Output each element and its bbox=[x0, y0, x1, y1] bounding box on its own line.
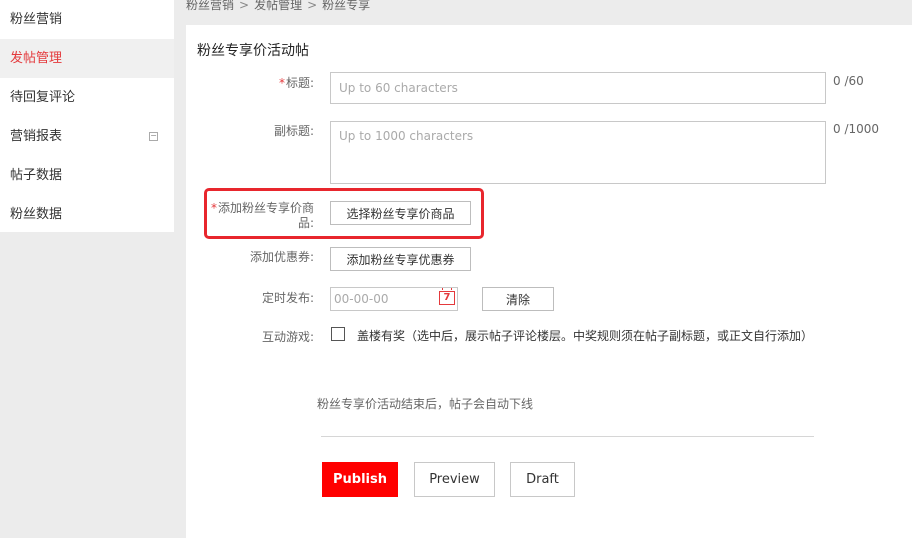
sidebar-item-fan-marketing[interactable]: 粉丝营销 bbox=[0, 0, 174, 39]
schedule-label: 定时发布: bbox=[261, 291, 314, 305]
subtitle-char-counter: 0 /1000 bbox=[833, 122, 880, 136]
game-label: 互动游戏: bbox=[261, 330, 314, 344]
subtitle-label: 副标题: bbox=[273, 124, 314, 138]
calendar-icon[interactable]: 7 bbox=[439, 288, 455, 305]
schedule-date-picker: 7 bbox=[330, 287, 458, 311]
sidebar-item-post-data[interactable]: 帖子数据 bbox=[0, 156, 174, 195]
sidebar-item-marketing-report[interactable]: 营销报表 − bbox=[0, 117, 174, 156]
clear-schedule-button[interactable]: 清除 bbox=[482, 287, 554, 311]
collapse-icon[interactable]: − bbox=[149, 132, 158, 141]
sidebar-item-post-management[interactable]: 发帖管理 bbox=[0, 39, 174, 78]
required-mark: * bbox=[278, 76, 285, 90]
auto-offline-note: 粉丝专享价活动结束后，帖子会自动下线 bbox=[317, 397, 534, 411]
sidebar-item-label: 粉丝数据 bbox=[10, 207, 63, 222]
breadcrumb-separator: > bbox=[239, 0, 250, 12]
sidebar-item-label: 营销报表 bbox=[10, 129, 63, 144]
building-prize-checkbox[interactable] bbox=[331, 327, 345, 341]
subtitle-textarea[interactable] bbox=[330, 121, 826, 184]
preview-button[interactable]: Preview bbox=[414, 462, 495, 497]
breadcrumb-item[interactable]: 发帖管理 bbox=[254, 0, 302, 12]
sidebar-item-pending-comments[interactable]: 待回复评论 bbox=[0, 78, 174, 117]
publish-button[interactable]: Publish bbox=[322, 462, 398, 497]
title-input[interactable] bbox=[330, 72, 826, 104]
product-label: *添加粉丝专享价商 品: bbox=[200, 201, 314, 231]
sidebar-item-label: 帖子数据 bbox=[10, 168, 63, 183]
breadcrumb: 粉丝营销 > 发帖管理 > 粉丝专享 bbox=[186, 0, 370, 13]
sidebar: 粉丝营销 发帖管理 待回复评论 营销报表 − 帖子数据 粉丝数据 bbox=[0, 0, 174, 232]
sidebar-item-fan-data[interactable]: 粉丝数据 bbox=[0, 195, 174, 234]
page-title: 粉丝专享价活动帖 bbox=[197, 43, 309, 59]
draft-button[interactable]: Draft bbox=[510, 462, 575, 497]
breadcrumb-item[interactable]: 粉丝营销 bbox=[186, 0, 234, 12]
sidebar-item-label: 待回复评论 bbox=[10, 90, 76, 105]
required-mark: * bbox=[210, 201, 217, 215]
coupon-label: 添加优惠券: bbox=[249, 250, 314, 264]
title-label: *标题: bbox=[226, 74, 314, 91]
product-label-line2: 品: bbox=[297, 216, 314, 230]
breadcrumb-item-current: 粉丝专享 bbox=[322, 0, 371, 12]
breadcrumb-separator: > bbox=[307, 0, 318, 12]
product-label-line1: 添加粉丝专享价商 bbox=[217, 201, 314, 215]
title-char-counter: 0 /60 bbox=[833, 74, 864, 88]
main-panel: 粉丝专享价活动帖 *标题: 0 /60 副标题: 0 /1000 *添加粉丝专享… bbox=[186, 25, 912, 538]
divider bbox=[321, 436, 814, 437]
add-coupon-button[interactable]: 添加粉丝专享优惠券 bbox=[330, 247, 471, 271]
select-product-button[interactable]: 选择粉丝专享价商品 bbox=[330, 201, 471, 225]
sidebar-item-label: 粉丝营销 bbox=[10, 12, 63, 27]
sidebar-item-label: 发帖管理 bbox=[10, 51, 63, 66]
title-label-text: 标题: bbox=[285, 76, 314, 90]
building-prize-text: 盖楼有奖（选中后，展示帖子评论楼层。中奖规则须在帖子副标题，或正文自行添加） bbox=[357, 329, 814, 343]
